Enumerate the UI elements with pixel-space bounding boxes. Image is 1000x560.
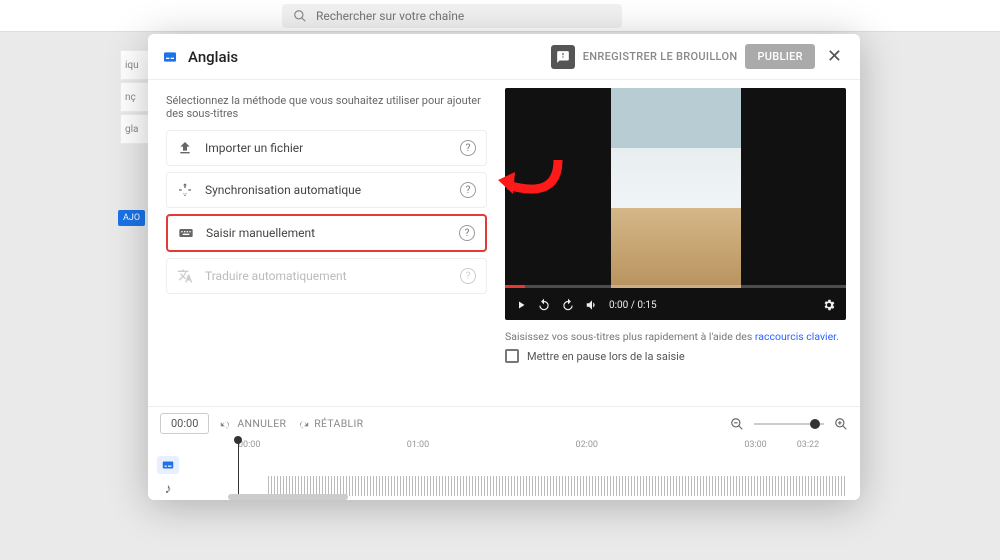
autosync-icon — [177, 182, 193, 198]
help-icon[interactable]: ? — [460, 140, 476, 156]
search-icon — [292, 8, 308, 24]
zoom-slider[interactable] — [754, 423, 824, 425]
preview-panel: 0:00 / 0:15 Saisissez vos sous-titres pl… — [505, 80, 860, 406]
help-icon: ? — [460, 268, 476, 284]
timeline-panel: 00:00 ANNULER RÉTABLIR 00:00 01:00 02:00… — [148, 406, 860, 500]
video-time: 0:00 / 0:15 — [609, 300, 657, 311]
sidebar-chip[interactable]: AJO — [118, 210, 145, 226]
close-icon[interactable]: ✕ — [823, 46, 846, 67]
shortcut-tip: Saisissez vos sous-titres plus rapidemen… — [505, 330, 846, 343]
option-label: Synchronisation automatique — [205, 183, 448, 197]
timeline-body[interactable] — [188, 454, 846, 500]
settings-gear-icon[interactable] — [822, 298, 836, 312]
pause-while-typing[interactable]: Mettre en pause lors de la saisie — [505, 349, 846, 363]
search-input[interactable] — [316, 9, 612, 23]
method-panel: Sélectionnez la méthode que vous souhait… — [148, 80, 505, 406]
language-title: Anglais — [188, 48, 238, 66]
video-player[interactable]: 0:00 / 0:15 — [505, 88, 846, 320]
timecode-input[interactable]: 00:00 — [160, 413, 209, 434]
help-icon[interactable]: ? — [460, 182, 476, 198]
option-auto-sync[interactable]: Synchronisation automatique ? — [166, 172, 487, 208]
instruction-text: Sélectionnez la méthode que vous souhait… — [166, 94, 487, 120]
option-import-file[interactable]: Importer un fichier ? — [166, 130, 487, 166]
dialog-header: Anglais ENREGISTRER LE BROUILLON PUBLIER… — [148, 34, 860, 80]
video-controls: 0:00 / 0:15 — [505, 290, 846, 320]
timeline-ruler: 00:00 01:00 02:00 03:00 03:22 — [238, 440, 820, 454]
video-progress[interactable] — [505, 285, 846, 288]
feedback-icon[interactable] — [551, 45, 575, 69]
search-field[interactable] — [282, 4, 622, 28]
undo-button[interactable]: ANNULER — [219, 417, 286, 431]
save-draft-button[interactable]: ENREGISTRER LE BROUILLON — [583, 50, 738, 63]
forward-icon[interactable] — [561, 298, 575, 312]
translate-icon — [177, 268, 193, 284]
shortcuts-link[interactable]: raccourcis clavier — [755, 330, 836, 343]
playhead[interactable] — [238, 440, 239, 500]
volume-icon[interactable] — [585, 298, 599, 312]
play-icon[interactable] — [515, 299, 527, 311]
rewind-icon[interactable] — [537, 298, 551, 312]
subtitle-dialog: Anglais ENREGISTRER LE BROUILLON PUBLIER… — [148, 34, 860, 500]
keyboard-icon — [178, 225, 194, 241]
help-icon[interactable]: ? — [459, 225, 475, 241]
subtitle-track-tab[interactable] — [157, 456, 179, 474]
zoom-control[interactable] — [730, 417, 848, 431]
option-label: Traduire automatiquement — [205, 269, 448, 283]
redo-button[interactable]: RÉTABLIR — [296, 417, 363, 431]
subtitles-icon — [162, 49, 178, 65]
option-type-manually[interactable]: Saisir manuellement ? — [166, 214, 487, 252]
option-auto-translate: Traduire automatiquement ? — [166, 258, 487, 294]
option-label: Saisir manuellement — [206, 226, 447, 240]
zoom-in-icon[interactable] — [834, 417, 848, 431]
publish-button[interactable]: PUBLIER — [745, 44, 814, 69]
audio-waveform — [268, 476, 846, 496]
upload-icon — [177, 140, 193, 156]
track-tabs: ♪ — [148, 454, 188, 500]
zoom-out-icon[interactable] — [730, 417, 744, 431]
video-thumbnail — [611, 88, 741, 288]
checkbox-icon[interactable] — [505, 349, 519, 363]
checkbox-label: Mettre en pause lors de la saisie — [527, 350, 685, 363]
app-topbar — [0, 0, 1000, 32]
option-label: Importer un fichier — [205, 141, 448, 155]
audio-track-tab[interactable]: ♪ — [165, 480, 172, 497]
horizontal-scrollbar[interactable] — [228, 494, 348, 500]
